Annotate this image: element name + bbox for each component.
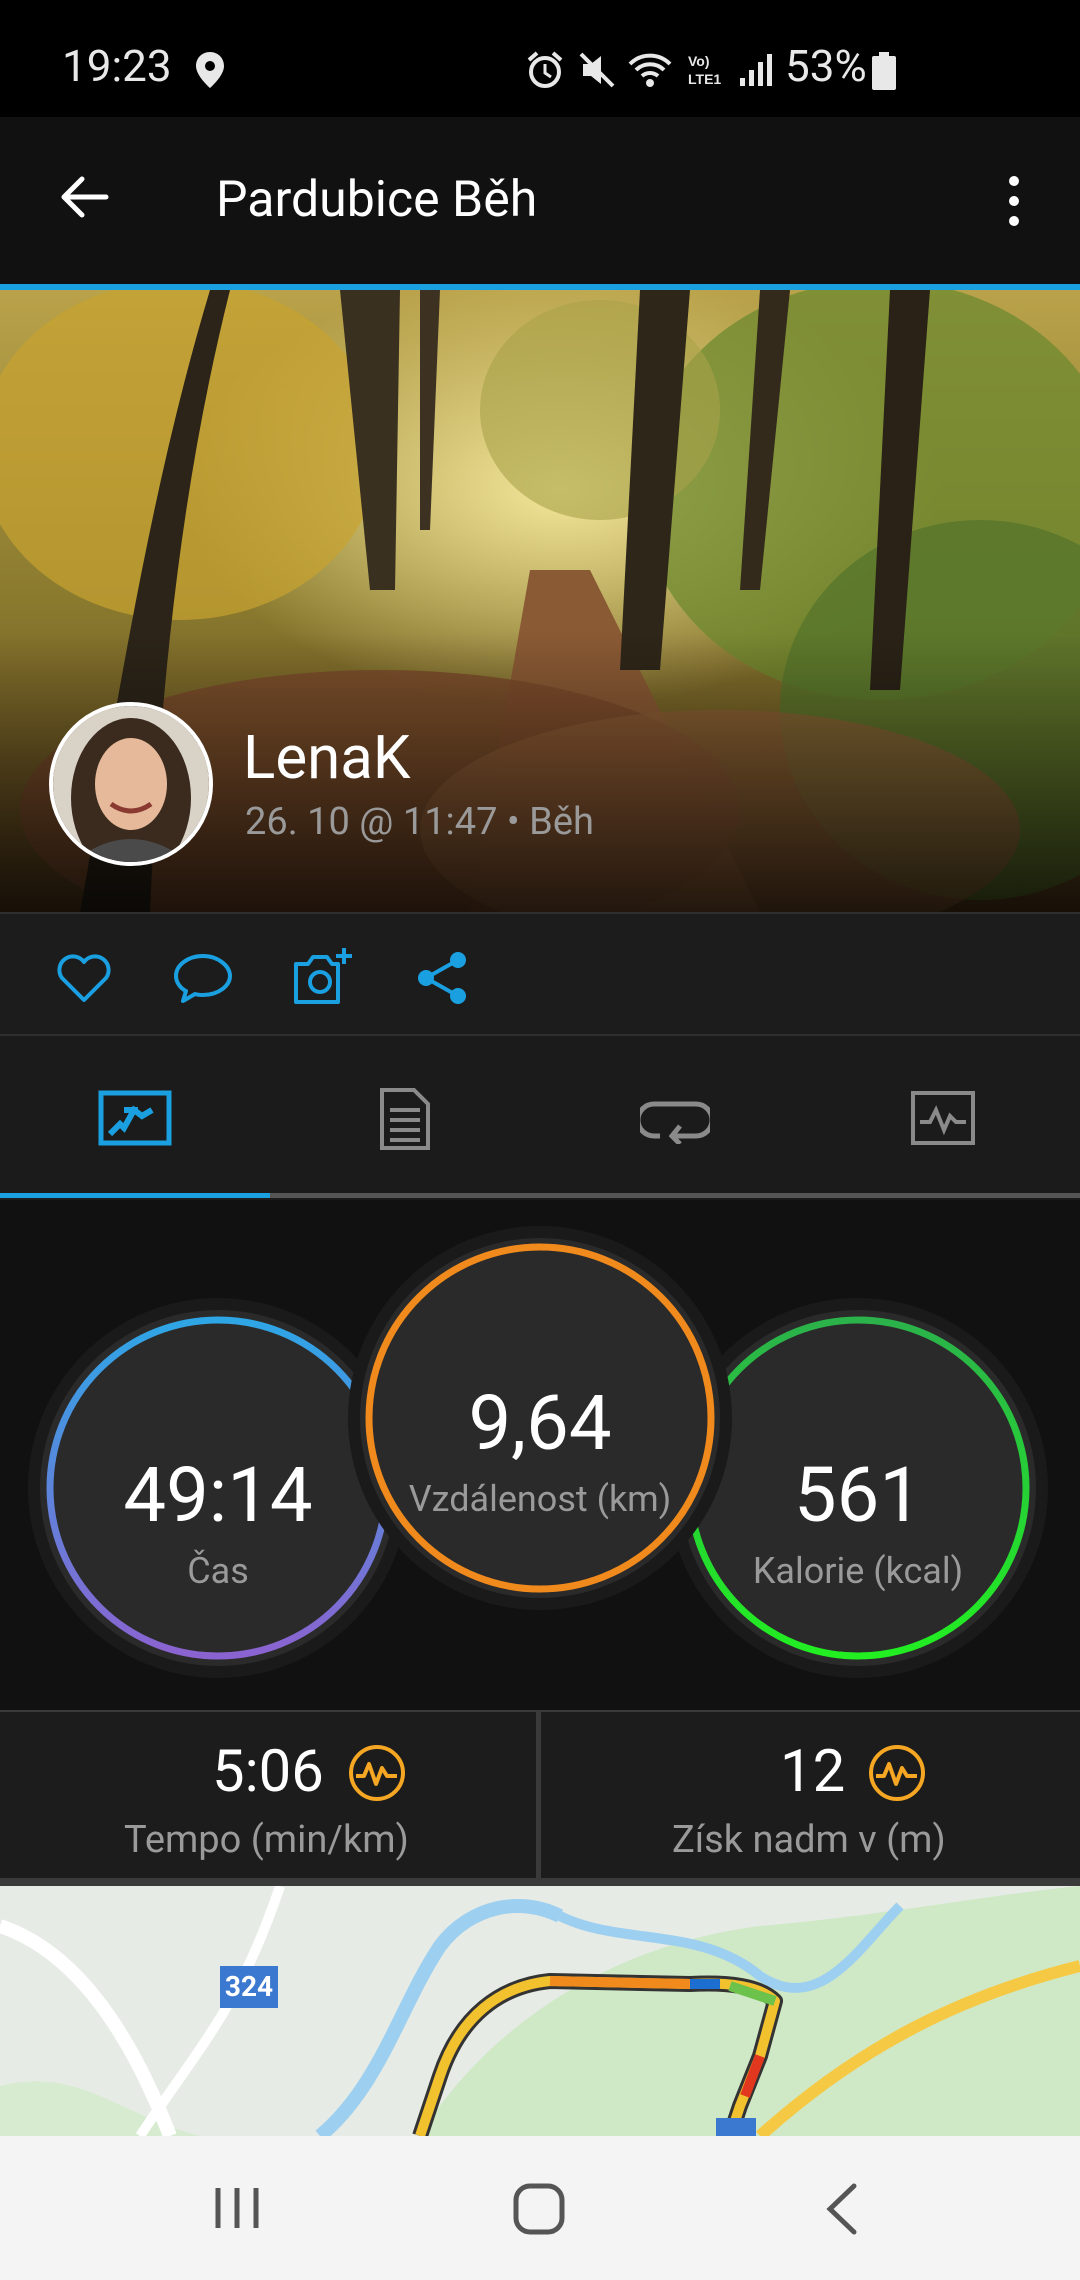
user-name[interactable]: LenaK <box>243 722 411 793</box>
map-canvas <box>0 1886 1080 2136</box>
pace-value: 5:06 <box>212 1738 324 1806</box>
svg-text:LTE1: LTE1 <box>688 71 721 87</box>
action-bar <box>0 912 1080 1036</box>
add-photo-icon[interactable] <box>290 944 356 1010</box>
more-options-icon[interactable] <box>998 173 1030 229</box>
stats-panel: 49:14 Čas 561 Kalorie (kcal) 9,64 Vzdále… <box>0 1200 1080 1710</box>
share-icon[interactable] <box>414 950 470 1006</box>
tab-charts-icon[interactable] <box>910 1090 976 1146</box>
road-label: 324 <box>220 1966 278 2008</box>
tab-details-icon[interactable] <box>378 1086 432 1152</box>
avatar[interactable] <box>49 702 213 866</box>
tab-laps-icon[interactable] <box>640 1096 710 1144</box>
comment-icon[interactable] <box>172 950 234 1006</box>
page-title: Pardubice Běh <box>216 171 538 229</box>
back-arrow-icon[interactable] <box>56 169 112 225</box>
signal-icon <box>740 54 772 86</box>
calories-label: Kalorie (kcal) <box>752 1550 964 1592</box>
time-stat: 49:14 Čas <box>40 1310 396 1666</box>
distance-label: Vzdálenost (km) <box>408 1478 672 1520</box>
alarm-icon <box>527 51 563 88</box>
system-back-icon[interactable] <box>822 2182 862 2236</box>
elevation-label: Získ nadm v (m) <box>672 1818 946 1862</box>
time-label: Čas <box>187 1550 249 1592</box>
wifi-icon <box>628 53 672 87</box>
elevation-insight-icon[interactable] <box>866 1742 928 1804</box>
calories-value: 561 <box>793 1450 923 1540</box>
user-photo <box>53 706 209 862</box>
elevation-value: 12 <box>780 1738 846 1806</box>
battery-percent: 53% <box>785 40 867 92</box>
distance-stat: 9,64 Vzdálenost (km) <box>360 1238 720 1598</box>
route-map[interactable]: 324 <box>0 1886 1080 2136</box>
distance-value: 9,64 <box>468 1378 612 1468</box>
volte-icon: Vo) LTE1 <box>688 53 721 87</box>
tab-active-indicator <box>0 1193 270 1198</box>
calories-stat: 561 Kalorie (kcal) <box>680 1310 1036 1666</box>
time-value: 49:14 <box>123 1450 313 1540</box>
status-bar: 19:23 Vo) LTE1 53% <box>0 0 1080 117</box>
tab-stats-icon[interactable] <box>98 1090 172 1146</box>
pace-insight-icon[interactable] <box>346 1742 408 1804</box>
home-icon[interactable] <box>512 2182 566 2236</box>
like-heart-icon[interactable] <box>54 952 114 1004</box>
location-icon <box>196 52 224 88</box>
recents-icon[interactable] <box>212 2182 262 2234</box>
tab-bar <box>0 1036 1080 1200</box>
metrics-divider <box>536 1712 541 1878</box>
status-time: 19:23 <box>62 40 172 92</box>
system-nav-bar <box>0 2136 1080 2280</box>
app-bar: Pardubice Běh <box>0 117 1080 284</box>
battery-icon <box>872 52 896 90</box>
activity-meta: 26. 10 @ 11:47 • Běh <box>245 800 594 844</box>
mute-icon <box>579 52 615 88</box>
map-separator <box>0 1878 1080 1886</box>
svg-text:Vo): Vo) <box>688 53 710 69</box>
pace-label: Tempo (min/km) <box>124 1818 409 1862</box>
